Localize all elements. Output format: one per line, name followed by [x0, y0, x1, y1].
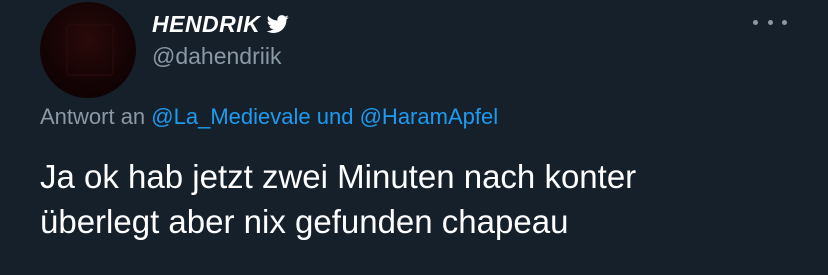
reply-connector: und: [316, 104, 354, 129]
author-handle[interactable]: @dahendriik: [152, 43, 281, 70]
display-name[interactable]: HENDRIK: [152, 11, 260, 38]
dot: [767, 19, 773, 25]
tweet-text-line: überlegt aber nix gefunden chapeau: [40, 203, 569, 240]
reply-context: Antwort an @La_Medievale und @HaramApfel: [40, 104, 498, 130]
tweet-text: Ja ok hab jetzt zwei Minuten nach konter…: [40, 154, 810, 244]
avatar[interactable]: [40, 2, 136, 98]
tweet-card: HENDRIK @dahendriik Antwort an @La_Medie…: [0, 0, 828, 275]
author-name-row: HENDRIK: [152, 9, 290, 39]
dot: [782, 19, 787, 25]
mention-link[interactable]: @La_Medievale: [151, 104, 310, 129]
mention-link[interactable]: @HaramApfel: [360, 104, 499, 129]
more-options-icon[interactable]: [753, 10, 787, 34]
tweet-text-line: Ja ok hab jetzt zwei Minuten nach konter: [40, 158, 637, 195]
twitter-bird-icon: [266, 13, 290, 35]
avatar-image: [66, 24, 114, 76]
dot: [753, 19, 758, 25]
reply-prefix: Antwort an: [40, 104, 146, 129]
